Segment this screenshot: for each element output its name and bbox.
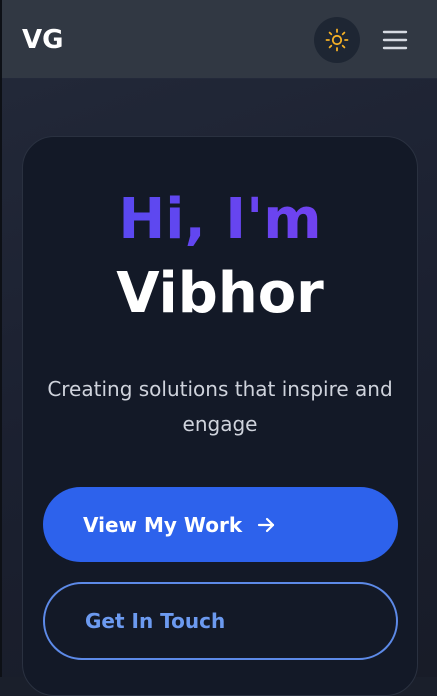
hero-greeting: Hi, I'm [22,184,418,256]
get-in-touch-button[interactable]: Get In Touch [43,582,398,660]
arrow-right-icon [256,515,276,535]
get-in-touch-label: Get In Touch [85,609,226,633]
sun-icon [325,28,349,52]
window-edge [0,0,2,677]
hamburger-menu-icon [382,30,408,50]
hero-name: Vibhor [116,261,324,326]
view-my-work-button[interactable]: View My Work [43,487,398,562]
hero-tagline: Creating solutions that inspire and enga… [47,377,393,436]
theme-toggle-button[interactable] [314,17,360,63]
view-my-work-label: View My Work [83,512,243,537]
site-logo[interactable]: VG [22,22,63,58]
top-header: VG [2,0,437,79]
menu-button[interactable] [379,24,411,56]
